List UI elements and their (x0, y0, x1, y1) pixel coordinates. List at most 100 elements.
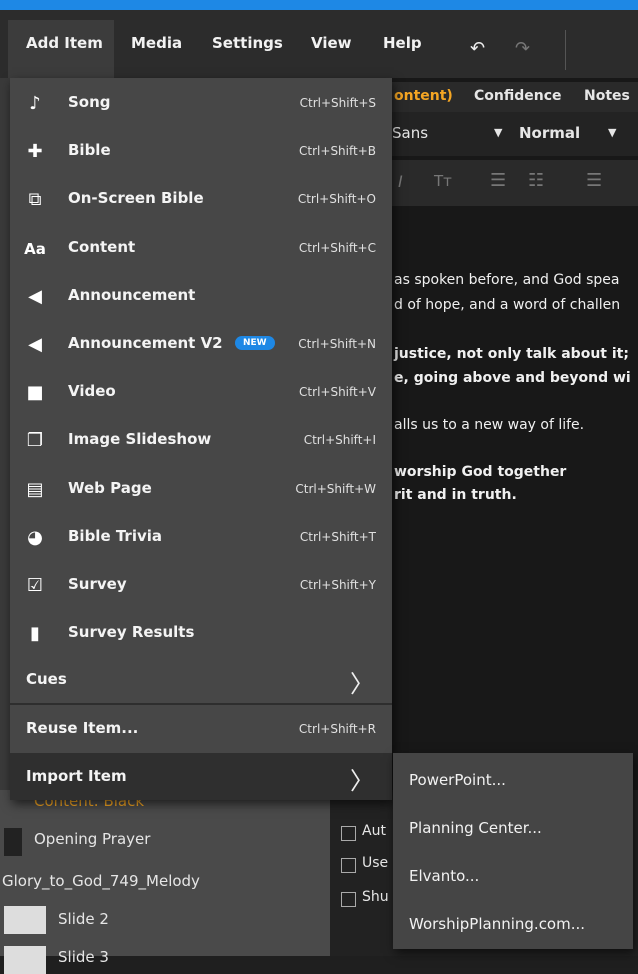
web-page-icon: ▤ (26, 478, 44, 500)
bible-icon: ✚ (27, 141, 43, 163)
menu-item-bible[interactable]: ✚ Bible Ctrl+Shift+B (10, 127, 392, 175)
menubar-divider (565, 30, 566, 70)
window-top-accent (0, 0, 638, 10)
menu-item-survey[interactable]: ☑ Survey Ctrl+Shift+Y (10, 561, 392, 609)
menu-item-reuse-item[interactable]: Reuse Item... Ctrl+Shift+R (10, 705, 392, 753)
bullet-list-icon[interactable]: ☰ (490, 170, 506, 191)
menu-item-label: Survey Results (68, 623, 195, 642)
add-item-dropdown: ♪ Song Ctrl+Shift+S ✚ Bible Ctrl+Shift+B ⧉ On-S… (10, 78, 392, 800)
menu-item-announcement[interactable]: ◀ Announcement (10, 272, 392, 320)
list-item[interactable]: Opening Prayer (34, 830, 150, 848)
tab-content[interactable]: ontent) (394, 88, 453, 104)
menu-item-label: Reuse Item... (26, 719, 139, 737)
menu-item-announcement-v2[interactable]: ◀ Announcement V2 NEW Ctrl+Shift+N (10, 320, 392, 368)
thumbnail (4, 906, 46, 934)
shortcut-hint: Ctrl+Shift+S (299, 96, 376, 110)
chevron-down-icon[interactable]: ▼ (608, 126, 616, 139)
import-powerpoint[interactable]: PowerPoint... (409, 771, 506, 789)
shortcut-hint: Ctrl+Shift+I (303, 433, 376, 448)
menu-item-cues[interactable]: Cues 〉 (10, 656, 392, 704)
thumbnail (4, 946, 46, 974)
numbered-list-icon[interactable]: ☷ (528, 170, 544, 191)
shortcut-hint: Ctrl+Shift+B (299, 144, 376, 159)
shortcut-hint: Ctrl+Shift+N (298, 337, 376, 351)
import-planning-center[interactable]: Planning Center... (409, 819, 542, 837)
chevron-right-icon: 〉 (350, 767, 374, 795)
menu-item-web-page[interactable]: ▤ Web Page Ctrl+Shift+W (10, 465, 392, 513)
checkbox[interactable] (341, 858, 356, 873)
menu-item-bible-trivia[interactable]: ◕ Bible Trivia Ctrl+Shift+T (10, 513, 392, 561)
slideshow-icon: ❐ (26, 430, 44, 452)
checkbox-label: Use (362, 855, 389, 871)
menu-item-label: Survey (68, 575, 127, 593)
list-item[interactable]: Slide 2 (58, 910, 109, 928)
shortcut-hint: Ctrl+Shift+T (299, 529, 376, 544)
menu-help[interactable]: Help (383, 34, 422, 52)
content-line: rit and in truth. (394, 487, 517, 503)
import-item-submenu: PowerPoint... Planning Center... Elvanto… (393, 753, 633, 949)
import-elvanto[interactable]: Elvanto... (409, 867, 479, 885)
content-line: e, going above and beyond wi (394, 370, 631, 386)
menu-item-label: Web Page (68, 478, 152, 497)
undo-icon[interactable]: ↶ (470, 38, 485, 59)
shortcut-hint: Ctrl+Shift+C (298, 240, 376, 255)
font-weight-select[interactable]: Normal (519, 124, 580, 142)
thumbnail (4, 828, 22, 856)
menu-item-image-slideshow[interactable]: ❐ Image Slideshow Ctrl+Shift+I (10, 416, 392, 464)
list-item[interactable]: Slide 3 (58, 948, 109, 966)
menu-settings[interactable]: Settings (212, 34, 283, 52)
pie-chart-icon: ◕ (27, 526, 43, 548)
outdent-icon[interactable]: ☰ (586, 170, 602, 191)
content-line: alls us to a new way of life. (394, 417, 585, 433)
menu-item-label: Bible (68, 141, 111, 160)
shortcut-hint: Ctrl+Shift+Y (299, 578, 376, 592)
menu-item-content[interactable]: Aa Content Ctrl+Shift+C (10, 224, 392, 272)
content-line: d of hope, and a word of challen (394, 297, 621, 313)
megaphone-v2-icon: ◀ (28, 334, 42, 355)
video-camera-icon: ■ (26, 382, 44, 404)
menu-item-label: Song (68, 93, 111, 111)
font-toolbar: Sans ▼ Normal ▼ (392, 112, 638, 156)
menu-bar: Add Item Media Settings View Help ↶ ↷ (0, 10, 638, 88)
content-icon: Aa (24, 239, 46, 258)
bar-chart-icon: ▮ (30, 623, 40, 645)
menu-item-on-screen-bible[interactable]: ⧉ On-Screen Bible Ctrl+Shift+O (10, 175, 392, 223)
on-screen-bible-icon: ⧉ (28, 189, 42, 211)
tab-confidence[interactable]: Confidence (474, 88, 562, 104)
music-note-icon: ♪ (29, 93, 41, 114)
chevron-down-icon[interactable]: ▼ (494, 126, 502, 139)
menu-item-survey-results[interactable]: ▮ Survey Results (10, 609, 392, 657)
megaphone-icon: ◀ (28, 285, 42, 307)
content-line: justice, not only talk about it; (394, 346, 629, 362)
menu-item-video[interactable]: ■ Video Ctrl+Shift+V (10, 368, 392, 416)
menu-item-label: Bible Trivia (68, 526, 163, 545)
font-family-select[interactable]: Sans (392, 124, 428, 142)
shortcut-hint: Ctrl+Shift+W (295, 481, 376, 496)
editor-tabs: ontent) Confidence Notes (392, 82, 638, 112)
text-size-icon[interactable]: Tт (434, 172, 452, 190)
redo-icon[interactable]: ↷ (515, 38, 530, 59)
menu-item-label: Cues (26, 670, 67, 688)
menu-item-song[interactable]: ♪ Song Ctrl+Shift+S (10, 79, 392, 127)
content-line: worship God together (394, 464, 567, 480)
menu-item-import-item[interactable]: Import Item 〉 (10, 753, 392, 800)
menu-item-label: Image Slideshow (68, 430, 212, 449)
menu-item-label: Announcement (68, 285, 196, 304)
menu-item-label: Content (68, 237, 136, 256)
menu-view[interactable]: View (311, 34, 352, 52)
checkbox-label: Shu (362, 889, 389, 905)
import-worshipplanning[interactable]: WorshipPlanning.com... (409, 915, 585, 933)
tab-notes[interactable]: Notes (584, 88, 630, 104)
checkbox[interactable] (341, 892, 356, 907)
format-toolbar: I Tт ☰ ☷ ☰ (392, 160, 638, 206)
service-list-edge (0, 78, 10, 790)
checkbox[interactable] (341, 826, 356, 841)
content-line: as spoken before, and God spea (394, 272, 620, 288)
list-item[interactable]: Glory_to_God_749_Melody (2, 872, 200, 890)
shortcut-hint: Ctrl+Shift+V (299, 385, 376, 400)
menu-media[interactable]: Media (131, 34, 182, 52)
menu-add-item[interactable]: Add Item (26, 34, 103, 52)
italic-icon[interactable]: I (398, 172, 403, 191)
menu-item-label: Import Item (26, 767, 127, 785)
menu-item-label: On-Screen Bible (68, 189, 204, 208)
